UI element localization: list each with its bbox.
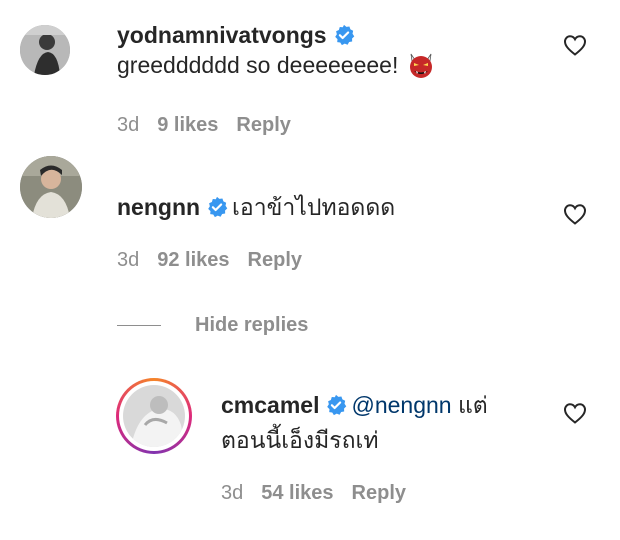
verified-badge-icon bbox=[327, 394, 347, 416]
heart-icon[interactable] bbox=[563, 34, 587, 56]
divider-line bbox=[117, 325, 161, 326]
reply-button[interactable]: Reply bbox=[248, 249, 302, 271]
hide-replies-label[interactable]: Hide replies bbox=[195, 314, 308, 337]
reply-button[interactable]: Reply bbox=[236, 114, 290, 136]
ogre-mask-icon bbox=[410, 53, 433, 78]
profile-photo bbox=[20, 25, 70, 75]
hide-replies-button[interactable]: Hide replies bbox=[117, 314, 308, 337]
likes-count[interactable]: 54 likes bbox=[261, 482, 333, 504]
comment-time: 3d bbox=[221, 482, 244, 504]
comment-meta: 3d 9 likes Reply bbox=[117, 114, 309, 137]
comment-username[interactable]: yodnamnivatvongs bbox=[117, 22, 327, 48]
avatar[interactable] bbox=[20, 25, 70, 75]
comment-time: 3d bbox=[117, 249, 140, 271]
heart-icon[interactable] bbox=[563, 203, 587, 225]
verified-badge-icon bbox=[334, 24, 354, 46]
comment-text: เอาข้าไปทอดดด bbox=[232, 194, 396, 220]
comment-text-line2: ตอนนี้เอ็งมีรถเท่ bbox=[221, 427, 379, 453]
mention-link[interactable]: @nengnn bbox=[351, 392, 451, 418]
comment-text-line1: แต่ bbox=[451, 392, 488, 418]
comment-text-content: greedddddd so deeeeeeee! bbox=[117, 52, 399, 78]
profile-photo bbox=[123, 385, 185, 447]
comment-time: 3d bbox=[117, 114, 140, 136]
comment-username[interactable]: nengnn bbox=[117, 194, 200, 220]
comment-meta: 3d 54 likes Reply bbox=[221, 482, 424, 505]
likes-count[interactable]: 9 likes bbox=[157, 114, 218, 136]
heart-icon[interactable] bbox=[563, 402, 587, 424]
comment-username[interactable]: cmcamel bbox=[221, 392, 319, 418]
avatar-with-story-ring[interactable] bbox=[116, 378, 192, 454]
comment-text: greedddddd so deeeeeeee! bbox=[117, 49, 436, 82]
verified-badge-icon bbox=[208, 196, 228, 218]
profile-photo bbox=[20, 156, 82, 218]
reply-button[interactable]: Reply bbox=[352, 482, 406, 504]
likes-count[interactable]: 92 likes bbox=[157, 249, 229, 271]
avatar[interactable] bbox=[20, 156, 82, 218]
comment-meta: 3d 92 likes Reply bbox=[117, 249, 320, 272]
